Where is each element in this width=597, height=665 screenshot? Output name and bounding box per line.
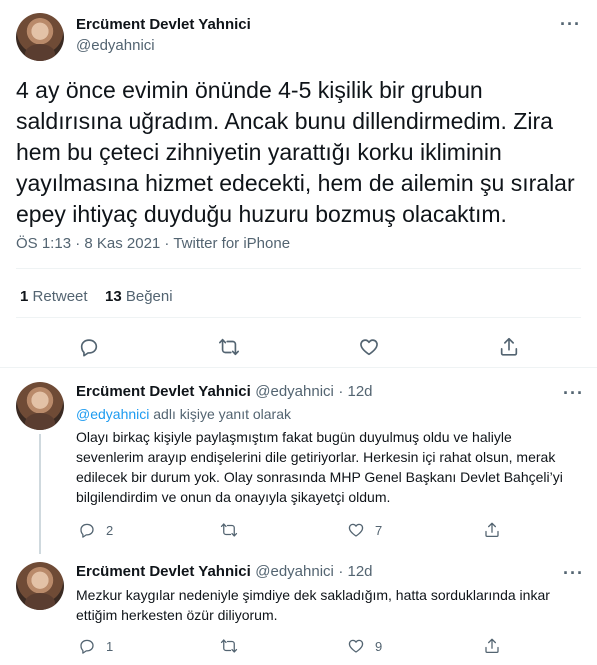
reply-like-icon[interactable] bbox=[347, 637, 365, 660]
reply-like-icon[interactable] bbox=[347, 521, 365, 544]
reply-time[interactable]: · 12d bbox=[338, 383, 372, 400]
retweet-count: 1 bbox=[20, 288, 29, 305]
tweet-timestamp[interactable]: ÖS 1:13 · 8 Kas 2021 · Twitter for iPhon… bbox=[16, 235, 290, 252]
retweet-stat[interactable]: 1 Retweet bbox=[20, 288, 88, 305]
reply-more-options-icon[interactable]: ··· bbox=[563, 383, 584, 404]
author-handle[interactable]: @edyahnici bbox=[76, 37, 155, 54]
reply-retweet-icon[interactable] bbox=[220, 521, 238, 544]
reply-author-handle[interactable]: @edyahnici bbox=[255, 383, 334, 400]
reply-avatar[interactable] bbox=[16, 562, 64, 610]
author-avatar[interactable] bbox=[16, 13, 64, 61]
reply-author-name[interactable]: Ercüment Devlet Yahnici bbox=[76, 563, 251, 580]
tweet-text: 4 ay önce evimin önünde 4-5 kişilik bir … bbox=[16, 77, 575, 227]
replying-to-suffix: adlı kişiye yanıt olarak bbox=[153, 406, 291, 422]
author-name[interactable]: Ercüment Devlet Yahnici bbox=[76, 16, 251, 33]
reply-text: Mezkur kaygılar nedeniyle şimdiye dek sa… bbox=[76, 587, 550, 623]
divider bbox=[16, 268, 581, 269]
reply-share-icon[interactable] bbox=[483, 637, 501, 660]
reply-share-icon[interactable] bbox=[483, 521, 501, 544]
reply-avatar[interactable] bbox=[16, 382, 64, 430]
like-count: 13 bbox=[105, 288, 122, 305]
reply-icon[interactable] bbox=[78, 336, 100, 358]
retweet-stat-label: Retweet bbox=[32, 288, 88, 305]
reply-like-count: 9 bbox=[375, 639, 383, 654]
thread-connector-line bbox=[39, 434, 41, 554]
reply-header: Ercüment Devlet Yahnici @edyahnici · 12d bbox=[76, 563, 373, 581]
more-options-icon[interactable]: ··· bbox=[560, 14, 581, 35]
reply-time[interactable]: · 12d bbox=[338, 563, 372, 580]
reply-more-options-icon[interactable]: ··· bbox=[563, 563, 584, 584]
retweet-icon[interactable] bbox=[218, 336, 240, 358]
like-stat-label: Beğeni bbox=[125, 288, 173, 305]
replying-to-handle-link[interactable]: @edyahnici bbox=[76, 406, 149, 422]
reply-reply-count: 2 bbox=[106, 523, 114, 538]
divider bbox=[0, 367, 597, 368]
reply-author-handle[interactable]: @edyahnici bbox=[255, 563, 334, 580]
like-icon[interactable] bbox=[358, 336, 380, 358]
reply-text: Olayı birkaç kişiyle paylaşmıştım fakat … bbox=[76, 429, 563, 505]
reply-reply-count: 1 bbox=[106, 639, 114, 654]
replying-to: @edyahnici adlı kişiye yanıt olarak bbox=[76, 406, 291, 422]
divider bbox=[16, 317, 581, 318]
reply-reply-icon[interactable] bbox=[78, 637, 96, 660]
like-stat[interactable]: 13 Beğeni bbox=[105, 288, 173, 305]
share-icon[interactable] bbox=[498, 336, 520, 358]
reply-retweet-icon[interactable] bbox=[220, 637, 238, 660]
reply-reply-icon[interactable] bbox=[78, 521, 96, 544]
reply-header: Ercüment Devlet Yahnici @edyahnici · 12d bbox=[76, 383, 373, 401]
reply-like-count: 7 bbox=[375, 523, 383, 538]
reply-author-name[interactable]: Ercüment Devlet Yahnici bbox=[76, 383, 251, 400]
